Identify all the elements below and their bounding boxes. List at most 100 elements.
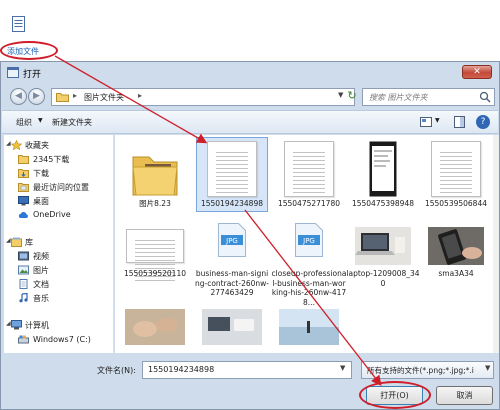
back-button[interactable]: ◀ [10,88,27,105]
preview-pane-icon[interactable] [454,116,465,128]
sidebar-item-label: 计算机 [25,321,49,330]
chevron-down-icon[interactable]: ▼ [485,364,490,372]
breadcrumb-separator-icon[interactable]: ▸ [138,91,142,100]
dialog-titlebar[interactable]: 打开 ✕ [1,62,499,84]
help-icon[interactable]: ? [476,115,490,129]
sidebar-item-music[interactable]: 音乐 [4,292,112,306]
document-library-icon [19,279,28,289]
add-file-icon [12,16,25,32]
close-button[interactable]: ✕ [462,65,492,79]
collapse-icon[interactable]: ◢ [6,140,11,147]
file-name: 1550539506844 [424,199,488,208]
sidebar-item-videos[interactable]: 视频 [4,250,112,264]
jpg-file-icon: JPG [218,223,246,257]
chevron-down-icon[interactable]: ▼ [340,364,345,372]
collapse-icon[interactable]: ◢ [6,320,11,327]
phone-photo-thumbnail [428,227,484,265]
sidebar-item-computer[interactable]: ◢ 计算机 [4,319,112,333]
file-name: 1550475271780 [277,199,341,208]
filename-input[interactable]: 1550194234898 ▼ [142,361,352,379]
sidebar-item-label: 最近访问的位置 [33,183,89,192]
file-item[interactable]: 1550475271780 [271,137,347,227]
hands-photo-thumbnail [125,309,185,345]
file-item[interactable] [117,303,193,353]
dialog-title: 打开 [23,70,42,80]
command-toolbar: 组织 ▼ 新建文件夹 ▼ ? [2,110,498,134]
sidebar-item-label: OneDrive [33,210,71,219]
breadcrumb-separator-icon[interactable]: ▸ [73,91,77,100]
phone-screenshot-thumbnail [369,141,397,197]
filename-value: 1550194234898 [148,365,215,374]
document-thumbnail [431,141,481,197]
folder-icon [56,93,69,102]
file-item[interactable]: 1550539506844 [418,137,493,227]
cancel-button[interactable]: 取消 [436,386,493,405]
organize-button[interactable]: 组织 [16,117,32,128]
file-name: laptop-1209008_340 [346,269,420,288]
file-item[interactable] [271,303,347,353]
svg-text:JPG: JPG [225,237,238,245]
search-input[interactable]: 搜索 图片文件夹 [362,88,495,106]
file-item[interactable] [194,303,270,353]
file-item[interactable]: 1550539520110 [117,219,193,309]
sidebar-item-pictures[interactable]: 图片 [4,264,112,278]
scrollbar[interactable] [493,135,499,353]
sidebar-item-label: 图片 [33,266,49,275]
sidebar-item-desktop[interactable]: 桌面 [4,195,112,209]
annotation-circle-open [359,381,431,409]
file-name: 1550539520110 [123,269,187,278]
view-options-icon[interactable] [420,117,432,127]
library-icon [11,237,22,247]
computer-icon [11,320,22,330]
collapse-icon[interactable]: ◢ [6,237,11,244]
sidebar-item-recent[interactable]: 最近访问的位置 [4,181,112,195]
sidebar-item-label: 下载 [33,169,49,178]
file-item[interactable]: 图片8.23 [117,137,193,227]
sidebar-item-label: 音乐 [33,294,49,303]
recent-places-icon [18,183,29,192]
svg-text:JPG: JPG [302,237,315,245]
file-item[interactable]: sma3A34 [418,219,493,309]
sidebar-item-2345download[interactable]: 2345下载 [4,153,112,167]
sidebar-item-label: 库 [25,238,33,247]
file-name: closeup-professional-business-man-workin… [271,269,347,307]
window-icon [7,67,19,78]
file-name: business-man-signing-contract-260nw-2774… [195,269,269,297]
file-name: 1550475398948 [351,199,415,208]
new-folder-button[interactable]: 新建文件夹 [52,117,92,128]
search-placeholder: 搜索 图片文件夹 [369,93,428,102]
sidebar-item-onedrive[interactable]: OneDrive [4,209,112,223]
star-icon [11,140,22,150]
chevron-down-icon[interactable]: ▼ [38,117,43,124]
sidebar-item-drive-c[interactable]: Windows7 (C:) [4,334,112,348]
desk-photo-thumbnail [202,309,262,345]
search-icon[interactable] [479,91,491,103]
open-file-dialog: 打开 ✕ ◀ ▶ ▸ 图片文件夹 ▸ ▼ ↻ 搜索 图片文件夹 组织 ▼ 新建文… [0,61,500,410]
file-item-selected[interactable]: 1550194234898 [194,137,270,227]
forward-button[interactable]: ▶ [28,88,45,105]
sidebar-item-downloads[interactable]: 下载 [4,167,112,181]
address-bar[interactable]: ▸ 图片文件夹 ▸ ▼ [51,88,355,106]
refresh-button[interactable]: ↻ [343,89,361,105]
music-note-icon [19,293,28,303]
file-list: 图片8.23 1550194234898 1550475271780 15504… [115,135,493,353]
sidebar-item-label: 视频 [33,252,49,261]
file-name: 1550194234898 [200,199,264,208]
picture-library-icon [18,265,29,275]
chevron-down-icon[interactable]: ▼ [435,117,440,124]
sidebar-item-documents[interactable]: 文档 [4,278,112,292]
video-library-icon [18,251,29,261]
file-name: sma3A34 [438,269,474,278]
file-item[interactable]: 1550475398948 [345,137,421,227]
jpg-file-icon: JPG [295,223,323,257]
file-item[interactable]: laptop-1209008_340 [345,219,421,309]
sidebar-item-libraries[interactable]: ◢ 库 [4,236,112,250]
folder-download-icon [18,155,29,164]
sidebar-item-label: 2345下载 [33,155,70,164]
document-thumbnail [284,141,334,197]
breadcrumb-folder[interactable]: 图片文件夹 [84,92,124,103]
document-thumbnail [207,141,257,197]
sidebar-item-favorites[interactable]: ◢ 收藏夹 [4,139,112,153]
laptop-photo-thumbnail [355,227,411,265]
filetype-select[interactable]: 所有支持的文件(*.png;*.jpg;*.i ▼ [361,361,494,379]
